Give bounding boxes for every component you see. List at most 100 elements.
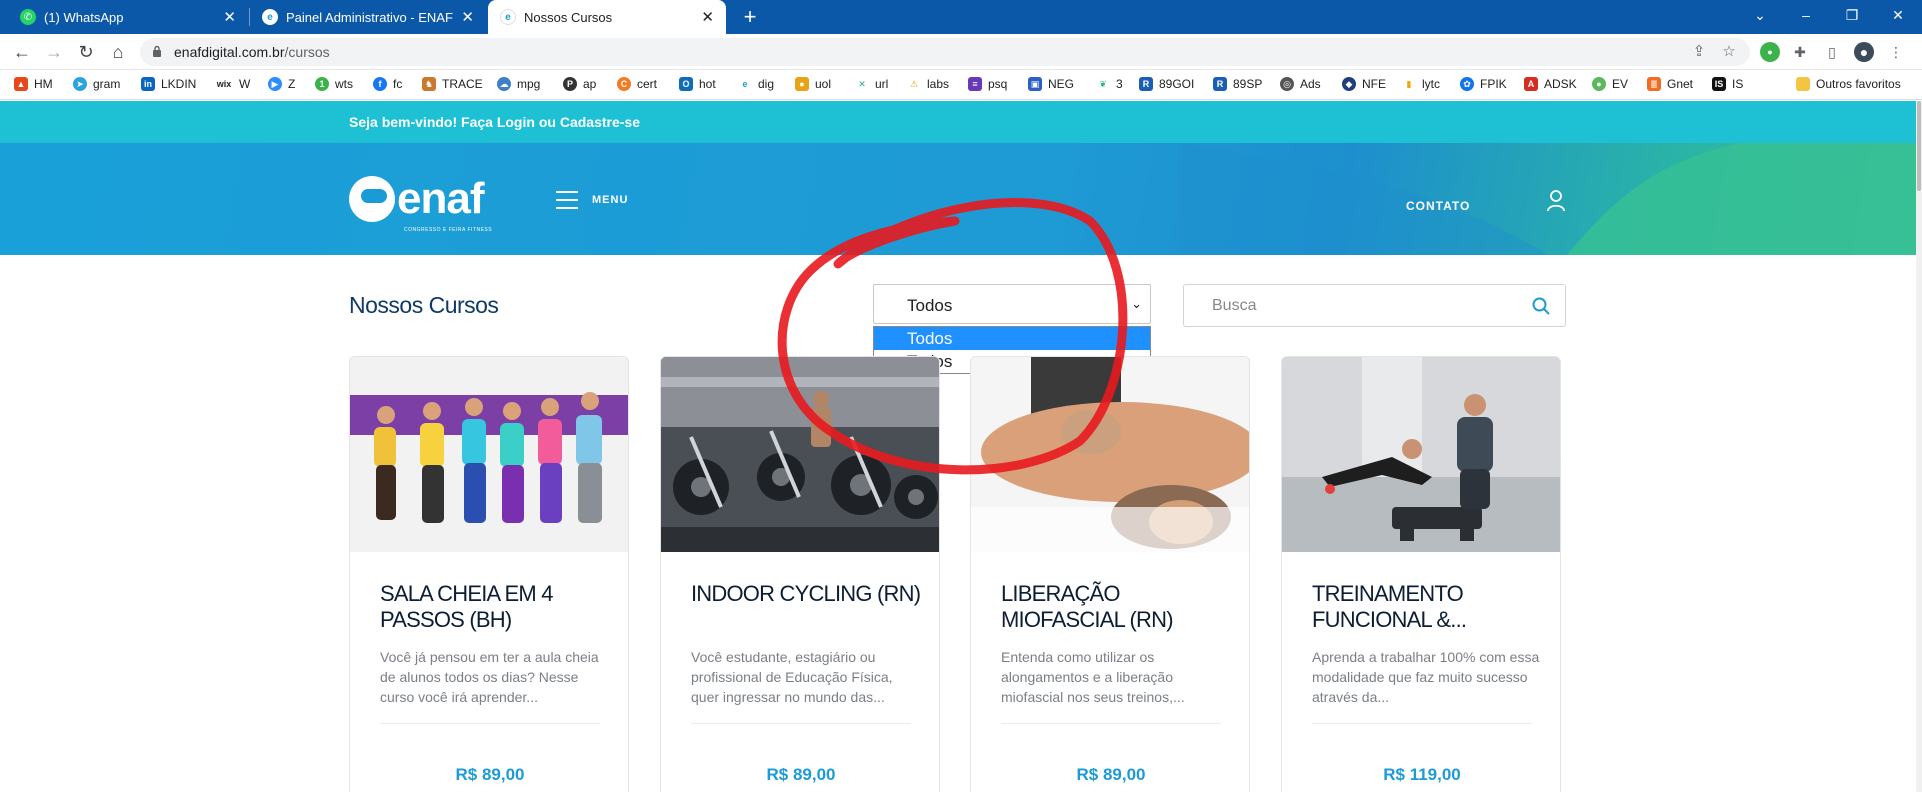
bookmark-z[interactable]: ▶ Z bbox=[268, 77, 295, 91]
bookmark-hm[interactable]: ▲ HM bbox=[14, 77, 53, 91]
course-card[interactable]: LIBERAÇÃO MIOFASCIAL (RN) Entenda como u… bbox=[970, 356, 1250, 792]
bookmark-labs[interactable]: ⚠ labs bbox=[907, 77, 949, 91]
search-icon[interactable] bbox=[1531, 296, 1551, 316]
course-price: R$ 89,00 bbox=[455, 765, 525, 784]
course-title[interactable]: SALA CHEIA EM 4 PASSOS (BH) bbox=[380, 581, 610, 633]
bookmark-adsk[interactable]: A ADSK bbox=[1524, 77, 1577, 91]
bookmark-is[interactable]: IS IS bbox=[1712, 77, 1743, 91]
bookmark-89sp[interactable]: R 89SP bbox=[1213, 77, 1262, 91]
search-input[interactable]: Busca bbox=[1183, 284, 1566, 327]
tab-title: (1) WhatsApp bbox=[44, 9, 124, 25]
extension-icon[interactable]: ● bbox=[1760, 42, 1780, 62]
scrollbar-thumb[interactable] bbox=[1917, 101, 1921, 191]
contact-link[interactable]: CONTATO bbox=[1406, 199, 1470, 213]
logo-tagline: CONGRESSO E FEIRA FITNESS bbox=[404, 227, 493, 233]
star-icon[interactable]: ☆ bbox=[1720, 43, 1738, 61]
dropdown-option[interactable]: Todos bbox=[874, 327, 1150, 350]
bookmark-fc[interactable]: f fc bbox=[373, 77, 402, 91]
login-link[interactable]: Login bbox=[497, 114, 535, 130]
course-title[interactable]: LIBERAÇÃO MIOFASCIAL (RN) bbox=[1001, 581, 1231, 633]
bookmark-outros-favoritos[interactable]: Outros favoritos bbox=[1796, 77, 1901, 91]
course-image-indoor-cycling[interactable] bbox=[661, 357, 939, 552]
tab-whatsapp[interactable]: ✆ (1) WhatsApp ✕ bbox=[8, 0, 248, 34]
course-title[interactable]: TREINAMENTO FUNCIONAL &... bbox=[1312, 581, 1542, 633]
bookmark-cert[interactable]: Ccert bbox=[617, 77, 657, 91]
welcome-text: Seja bem-vindo! Faça Login ou Cadastre-s… bbox=[349, 114, 640, 130]
bookmark-gnet[interactable]: ≣ Gnet bbox=[1647, 77, 1693, 91]
register-link[interactable]: Cadastre-se bbox=[560, 114, 640, 130]
tab-search-button[interactable]: ⌄ bbox=[1738, 0, 1782, 30]
bookmark-mpg[interactable]: ☁ mpg bbox=[497, 77, 540, 91]
forms-icon: ≡ bbox=[968, 77, 982, 91]
bookmark-hot[interactable]: Ohot bbox=[679, 77, 716, 91]
course-card[interactable]: SALA CHEIA EM 4 PASSOS (BH) Você já pens… bbox=[349, 356, 629, 792]
wix-icon: wix bbox=[215, 77, 233, 91]
course-price: R$ 89,00 bbox=[766, 765, 836, 784]
puzzle-extensions-icon[interactable]: ✚ bbox=[1790, 42, 1810, 62]
chevron-down-icon: ⌄ bbox=[1131, 296, 1142, 311]
minimize-button[interactable]: – bbox=[1784, 0, 1828, 30]
user-icon[interactable] bbox=[1546, 189, 1566, 213]
bookmark-ads[interactable]: ◎ Ads bbox=[1280, 77, 1321, 91]
back-arrow-icon[interactable]: ← bbox=[10, 40, 34, 64]
bookmark-nfe[interactable]: ◆ NFE bbox=[1342, 77, 1386, 91]
bookmark-psq[interactable]: ≡ psq bbox=[968, 77, 1007, 91]
more-menu-icon[interactable]: ⋮ bbox=[1886, 42, 1906, 62]
new-tab-button[interactable]: + bbox=[736, 2, 764, 32]
bookmark-3[interactable]: ❦ 3 bbox=[1096, 77, 1123, 91]
gnet-icon: ≣ bbox=[1647, 77, 1661, 91]
bookmark-url[interactable]: ✕ url bbox=[855, 77, 888, 91]
bookmark-wts[interactable]: 1 wts bbox=[315, 77, 353, 91]
close-tab-icon[interactable]: ✕ bbox=[461, 8, 474, 26]
menu-button[interactable]: MENU bbox=[556, 191, 628, 209]
tab-title: Nossos Cursos bbox=[524, 9, 613, 25]
bookmark-dig[interactable]: e dig bbox=[738, 77, 774, 91]
course-image-dance-class[interactable] bbox=[350, 357, 628, 552]
bookmark-fpik[interactable]: ✿ FPIK bbox=[1460, 77, 1507, 91]
r-icon: R bbox=[1139, 77, 1153, 91]
bookmark-trace[interactable]: ♞ TRACE bbox=[422, 77, 483, 91]
page-scrollbar[interactable] bbox=[1916, 101, 1922, 792]
is-icon: IS bbox=[1712, 77, 1726, 91]
close-window-button[interactable]: ✕ bbox=[1876, 0, 1920, 30]
category-filter-select[interactable]: Todos ⌄ bbox=[873, 284, 1151, 324]
bookmark-gram[interactable]: ➤ gram bbox=[73, 77, 120, 91]
course-card[interactable]: INDOOR CYCLING (RN) Você estudante, esta… bbox=[660, 356, 940, 792]
restore-button[interactable]: ❐ bbox=[1830, 0, 1874, 30]
bookmark-ap[interactable]: Pap bbox=[563, 77, 596, 91]
course-title[interactable]: INDOOR CYCLING (RN) bbox=[691, 581, 921, 607]
zoom-icon: ▶ bbox=[268, 77, 282, 91]
close-tab-icon[interactable]: ✕ bbox=[223, 8, 236, 26]
close-tab-icon[interactable]: ✕ bbox=[701, 8, 714, 26]
tab-painel-administrativo[interactable]: e Painel Administrativo - ENAF ✕ bbox=[250, 0, 486, 34]
reload-icon[interactable]: ↻ bbox=[74, 40, 98, 64]
course-image-myofascial[interactable] bbox=[971, 357, 1249, 552]
course-image-functional-training[interactable] bbox=[1282, 357, 1560, 552]
enaf-logo[interactable]: enaf bbox=[349, 176, 484, 222]
bookmark-lytc[interactable]: ▮ lytc bbox=[1402, 77, 1440, 91]
browser-toolbar: ← → ↻ ⌂ enafdigital.com.br/cursos ⇪ ☆ ● … bbox=[0, 34, 1922, 70]
bookmark-neg[interactable]: ▣ NEG bbox=[1028, 77, 1074, 91]
whatsapp-icon: 1 bbox=[315, 77, 329, 91]
globe-icon: ◎ bbox=[1280, 77, 1294, 91]
bookmark-uol[interactable]: ● uol bbox=[795, 77, 831, 91]
bookmark-lkdin[interactable]: in LKDIN bbox=[141, 77, 196, 91]
flame-icon: ▲ bbox=[14, 77, 28, 91]
bookmark-ev[interactable]: ● EV bbox=[1592, 77, 1628, 91]
page-content: Seja bem-vindo! Faça Login ou Cadastre-s… bbox=[0, 101, 1916, 792]
course-card[interactable]: TREINAMENTO FUNCIONAL &... Aprenda a tra… bbox=[1281, 356, 1561, 792]
bookmarks-bar: ▲ HM ➤ gram in LKDIN wix W ▶ Z 1 wts f fc ♞ TRAC… bbox=[0, 70, 1922, 100]
bookmark-w[interactable]: wix W bbox=[215, 77, 250, 91]
url-text: enafdigital.com.br/cursos bbox=[174, 44, 330, 60]
linkedin-icon: in bbox=[141, 77, 155, 91]
address-bar[interactable]: enafdigital.com.br/cursos ⇪ ☆ bbox=[140, 38, 1750, 66]
forward-arrow-icon[interactable]: → bbox=[42, 40, 66, 64]
bookmark-89goi[interactable]: R 89GOI bbox=[1139, 77, 1194, 91]
adobe-icon: A bbox=[1524, 77, 1538, 91]
side-panel-icon[interactable]: ▯ bbox=[1822, 42, 1842, 62]
avatar[interactable]: ● bbox=[1854, 42, 1874, 62]
card-divider bbox=[1001, 723, 1221, 724]
share-icon[interactable]: ⇪ bbox=[1690, 43, 1708, 61]
home-icon[interactable]: ⌂ bbox=[106, 40, 130, 64]
tab-nossos-cursos[interactable]: e Nossos Cursos ✕ bbox=[488, 0, 726, 34]
